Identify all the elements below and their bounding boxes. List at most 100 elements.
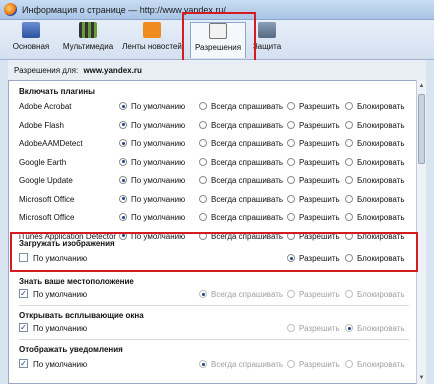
divider (19, 339, 409, 340)
permissions-for: Разрешения для: www.yandex.ru (14, 66, 142, 75)
radio-icon (345, 176, 353, 184)
popups-allow-option[interactable]: Разрешить (287, 324, 340, 333)
plugin-option-default[interactable]: По умолчанию (119, 176, 185, 185)
scrollbar-thumb[interactable] (418, 94, 425, 164)
plugin-option-label: Всегда спрашивать (211, 102, 284, 111)
location-block-label: Блокировать (357, 290, 405, 299)
radio-icon (199, 213, 207, 221)
location-row: ✓ По умолчанию Всегда спрашивать Разреши… (9, 287, 414, 303)
plugin-option-block[interactable]: Блокировать (345, 194, 405, 204)
notifications-block-option[interactable]: Блокировать (345, 360, 405, 369)
radio-icon (287, 194, 295, 203)
radio-icon (345, 324, 353, 332)
plugin-row: Google Update По умолчанию Всегда спрашива… (9, 173, 414, 189)
tab-media[interactable]: Мультимедиа (60, 22, 116, 58)
plugin-option-always-ask[interactable]: Всегда спрашивать (199, 157, 283, 167)
plugin-name: Microsoft Office (19, 213, 75, 222)
plugin-option-label: Всегда спрашивать (211, 120, 284, 130)
plugin-option-label: Блокировать (357, 213, 405, 222)
plugin-option-label: Всегда спрашивать (211, 139, 284, 148)
radio-icon (345, 120, 353, 129)
plugin-option-always-ask[interactable]: Всегда спрашивать (199, 120, 284, 130)
plugin-option-always-ask[interactable]: Всегда спрашивать (199, 194, 283, 204)
plugin-option-label: По умолчанию (131, 194, 186, 204)
plugin-row: Microsoft Office По умолчанию Всегда спраш… (9, 192, 414, 208)
plugin-option-allow[interactable]: Разрешить (287, 213, 340, 222)
plugin-option-block[interactable]: Блокировать (345, 139, 405, 148)
plugin-option-default[interactable]: По умолчанию (119, 139, 185, 148)
notifications-always-ask-label: Всегда спрашивать (211, 360, 284, 369)
plugin-option-label: По умолчанию (131, 120, 186, 130)
plugin-option-block[interactable]: Блокировать (345, 157, 405, 167)
radio-icon (119, 194, 127, 203)
plugin-option-default[interactable]: По умолчанию (119, 157, 186, 167)
location-default-checkbox[interactable]: ✓ (19, 289, 28, 298)
radio-icon (345, 213, 353, 221)
plugin-option-label: Разрешить (299, 102, 340, 111)
plugin-name: Google Earth (19, 157, 67, 167)
tab-media-label: Мультимедиа (62, 42, 114, 51)
radio-icon (287, 139, 295, 147)
plugin-option-default[interactable]: По умолчанию (119, 194, 186, 204)
radio-icon (119, 139, 127, 147)
plugin-option-always-ask[interactable]: Всегда спрашивать (199, 213, 283, 222)
popups-row: ✓ По умолчанию Разрешить Блокировать (9, 321, 414, 337)
notifications-allow-option[interactable]: Разрешить (287, 360, 340, 369)
radio-icon (199, 157, 207, 166)
plugin-option-always-ask[interactable]: Всегда спрашивать (199, 139, 283, 148)
film-icon (79, 22, 97, 38)
plugin-option-allow[interactable]: Разрешить (287, 120, 340, 130)
plugin-option-block[interactable]: Блокировать (345, 213, 405, 222)
plugin-option-label: Блокировать (357, 139, 405, 148)
plugin-row: Google Earth По умолчанию Всегда спрашиват… (9, 155, 414, 171)
plugin-option-default[interactable]: По умолчанию (119, 213, 185, 222)
notifications-default-checkbox[interactable]: ✓ (19, 359, 28, 368)
location-always-ask-option[interactable]: Всегда спрашивать (199, 290, 283, 299)
plugin-option-label: Разрешить (299, 157, 340, 167)
popups-allow-label: Разрешить (299, 324, 340, 333)
plugin-option-label: Разрешить (299, 120, 340, 130)
radio-icon (119, 120, 127, 129)
notifications-always-ask-option[interactable]: Всегда спрашивать (199, 360, 283, 369)
notifications-title: Отображать уведомления (19, 345, 123, 354)
plugin-option-label: Блокировать (357, 176, 405, 185)
popups-title: Открывать всплывающие окна (19, 311, 144, 320)
plugin-option-allow[interactable]: Разрешить (287, 102, 340, 111)
radio-icon (199, 290, 207, 298)
tab-general[interactable]: Основная (6, 22, 56, 58)
tab-feeds[interactable]: Ленты новостей (120, 22, 184, 58)
radio-icon (287, 324, 295, 332)
plugin-option-block[interactable]: Блокировать (345, 102, 405, 111)
plugin-option-label: Разрешить (299, 213, 340, 222)
popups-default-checkbox[interactable]: ✓ (19, 323, 28, 332)
radio-icon (287, 157, 295, 166)
plugin-option-allow[interactable]: Разрешить (287, 194, 340, 204)
popups-block-option[interactable]: Блокировать (345, 324, 405, 333)
scroll-up-icon[interactable]: ▲ (418, 82, 425, 90)
radio-icon (287, 360, 295, 368)
plugin-option-label: Блокировать (357, 194, 405, 204)
plugin-name: Adobe Acrobat (19, 102, 72, 111)
plugin-option-block[interactable]: Блокировать (345, 120, 405, 130)
plugin-option-always-ask[interactable]: Всегда спрашивать (199, 102, 283, 111)
plugin-name: Microsoft Office (19, 194, 75, 204)
plugin-option-default[interactable]: По умолчанию (119, 120, 186, 130)
plugin-option-label: Разрешить (299, 176, 340, 185)
plugin-option-block[interactable]: Блокировать (345, 176, 405, 185)
location-block-option[interactable]: Блокировать (345, 290, 405, 299)
plugin-option-default[interactable]: По умолчанию (119, 102, 185, 111)
plugin-option-label: Всегда спрашивать (211, 176, 284, 185)
location-always-ask-label: Всегда спрашивать (211, 290, 284, 299)
plugin-option-label: По умолчанию (131, 157, 186, 167)
plugin-name: Adobe Flash (19, 120, 64, 130)
plugin-option-allow[interactable]: Разрешить (287, 176, 340, 185)
location-allow-option[interactable]: Разрешить (287, 290, 340, 299)
plugin-option-label: Разрешить (299, 194, 340, 204)
location-default-label: По умолчанию (33, 290, 88, 299)
plugin-option-allow[interactable]: Разрешить (287, 157, 340, 167)
radio-icon (199, 176, 207, 184)
radio-icon (119, 176, 127, 184)
plugin-option-always-ask[interactable]: Всегда спрашивать (199, 176, 283, 185)
scroll-down-icon[interactable]: ▼ (418, 374, 425, 382)
plugin-option-allow[interactable]: Разрешить (287, 139, 340, 148)
